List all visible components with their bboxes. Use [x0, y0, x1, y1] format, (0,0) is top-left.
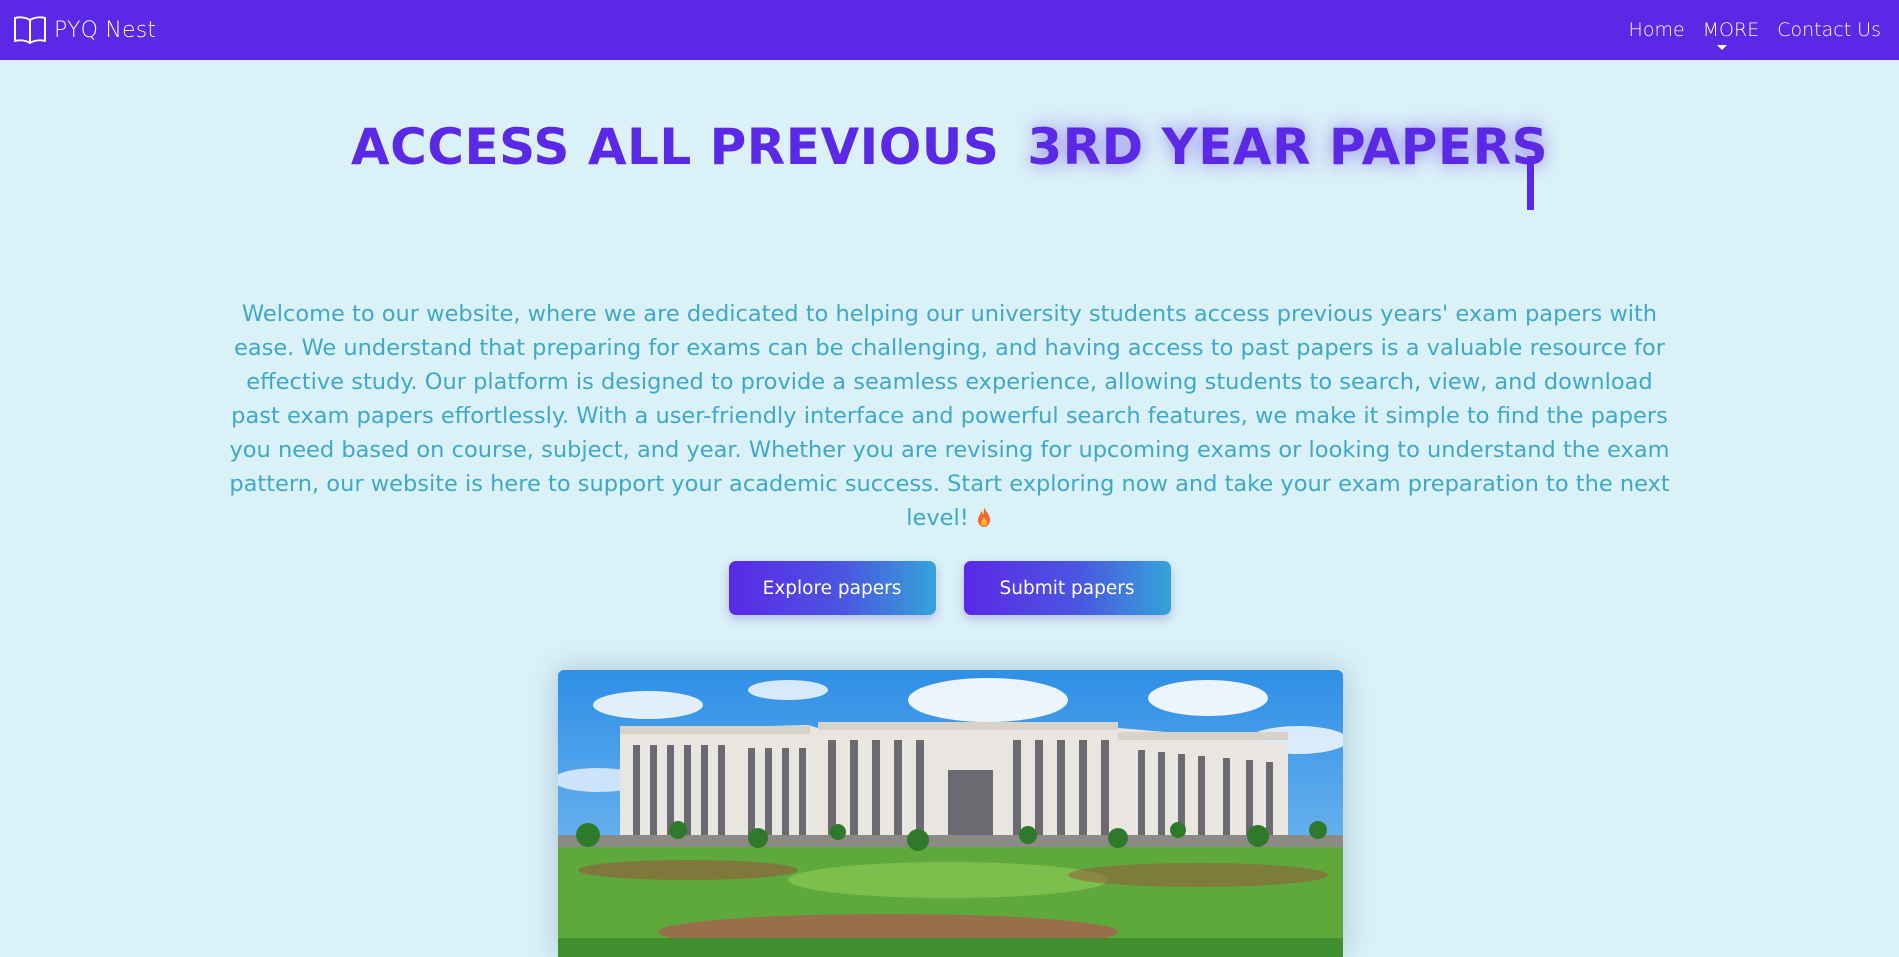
explore-papers-button[interactable]: Explore papers	[728, 561, 936, 615]
headline-typed-text: 3RD YEAR PAPERS	[1027, 118, 1549, 176]
open-book-icon	[12, 14, 48, 46]
nav-more-label: MORE	[1702, 19, 1760, 41]
nav-home-link[interactable]: Home	[1629, 15, 1685, 45]
fire-icon	[975, 504, 993, 527]
hero-buttons: Explore papers Submit papers	[0, 561, 1899, 615]
headline-static-text: ACCESS ALL PREVIOUS	[350, 118, 1000, 176]
brand-name: PYQ Nest	[54, 17, 157, 43]
submit-papers-button[interactable]: Submit papers	[963, 561, 1171, 615]
intro-text: Welcome to our website, where we are ded…	[229, 301, 1670, 531]
brand-link[interactable]: PYQ Nest	[12, 14, 156, 46]
intro-paragraph: Welcome to our website, where we are ded…	[226, 297, 1673, 535]
typing-cursor	[1527, 156, 1534, 210]
campus-image	[558, 670, 1343, 957]
nav-links: Home MORE Contact Us	[1629, 15, 1881, 50]
top-navbar: PYQ Nest Home MORE Contact Us	[0, 0, 1899, 60]
caret-down-icon	[1716, 45, 1727, 50]
nav-contact-link[interactable]: Contact Us	[1777, 15, 1881, 45]
nav-more-dropdown[interactable]: MORE	[1702, 15, 1760, 50]
hero-headline: ACCESS ALL PREVIOUS 3RD YEAR PAPERS	[0, 118, 1899, 176]
